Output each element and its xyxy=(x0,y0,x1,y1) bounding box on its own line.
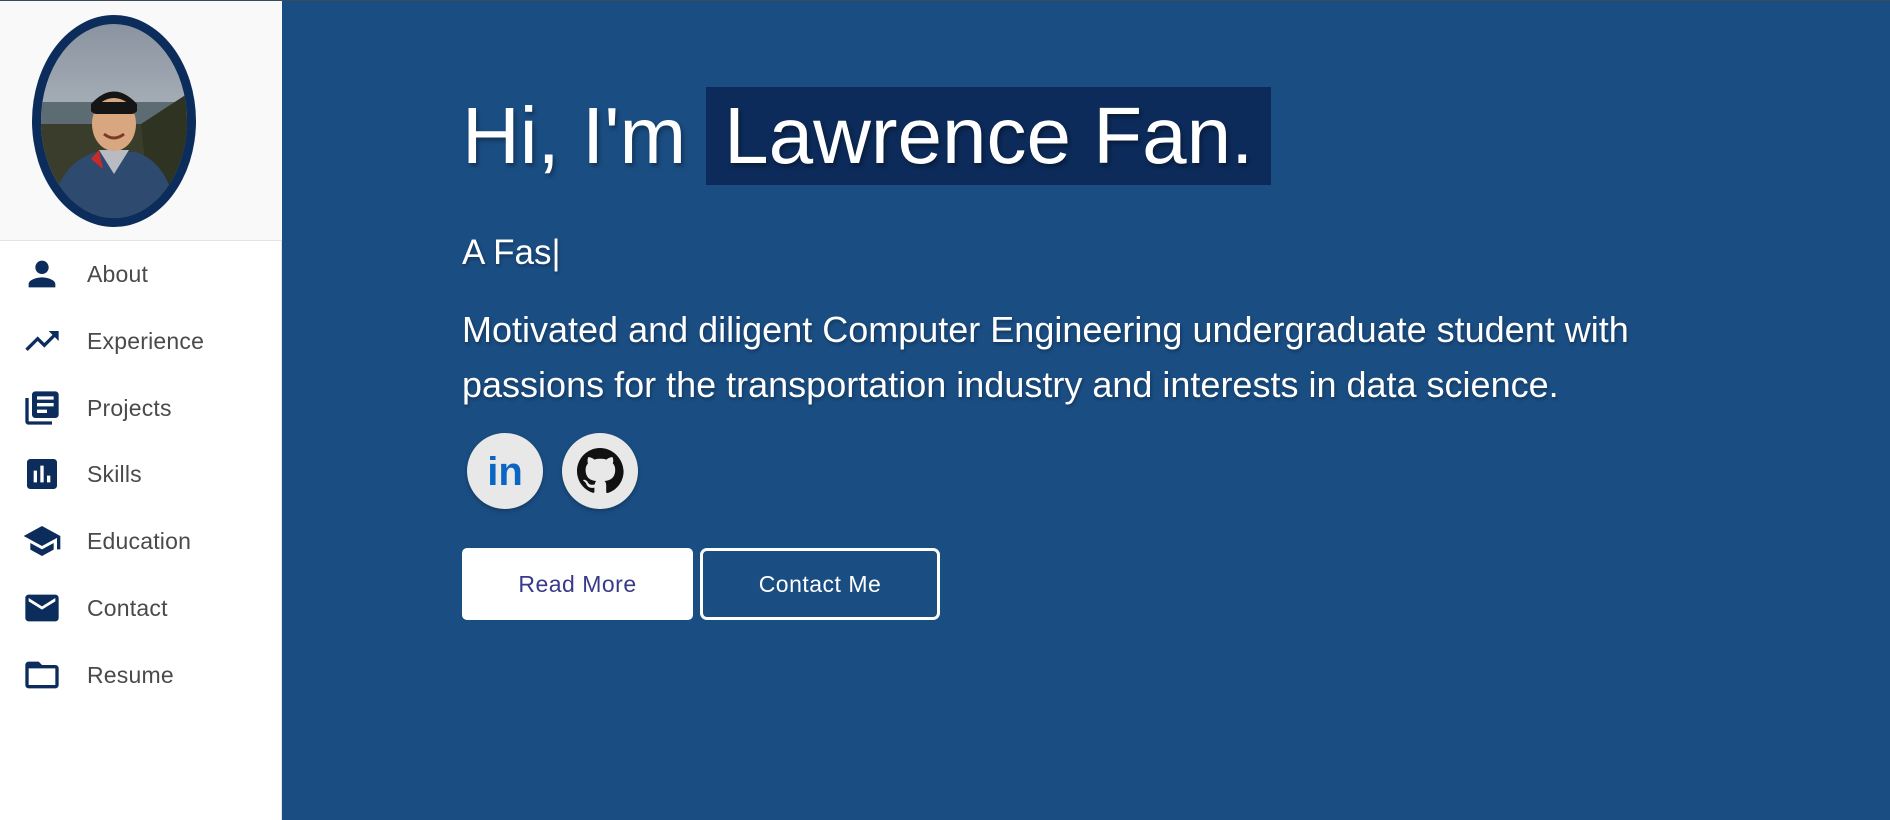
hero-name: Lawrence Fan. xyxy=(706,87,1272,185)
sidebar-item-projects[interactable]: Projects xyxy=(0,379,282,437)
read-more-button[interactable]: Read More xyxy=(462,548,693,620)
hero-headline: Hi, I'm Lawrence Fan. xyxy=(462,86,1272,186)
graduation-cap-icon xyxy=(22,521,62,561)
sidebar-item-experience[interactable]: Experience xyxy=(0,312,282,370)
sidebar-item-education[interactable]: Education xyxy=(0,512,282,570)
sidebar-item-label: Education xyxy=(87,527,192,554)
sidebar: About Experience Projects Skills Educati… xyxy=(0,0,282,820)
folder-icon xyxy=(22,655,62,695)
avatar xyxy=(32,15,196,227)
mail-icon xyxy=(22,588,62,628)
typed-subtitle: A Fas| xyxy=(462,233,561,273)
sidebar-item-label: Experience xyxy=(87,327,205,354)
github-icon xyxy=(577,448,624,494)
hero-intro: Hi, I'm xyxy=(462,91,687,180)
sidebar-item-label: Skills xyxy=(87,460,142,487)
typing-cursor: | xyxy=(551,233,561,272)
linkedin-button[interactable]: in xyxy=(467,433,543,509)
profile-photo xyxy=(41,24,187,218)
sidebar-item-skills[interactable]: Skills xyxy=(0,445,282,503)
github-button[interactable] xyxy=(562,433,638,509)
sidebar-item-label: Contact xyxy=(87,594,168,621)
sidebar-item-contact[interactable]: Contact xyxy=(0,579,282,637)
sidebar-item-label: About xyxy=(87,260,149,287)
linkedin-icon: in xyxy=(487,450,523,494)
hero-description: Motivated and diligent Computer Engineer… xyxy=(462,309,1629,405)
bar-chart-icon xyxy=(22,454,62,494)
avatar-area xyxy=(0,0,282,241)
typed-text: A Fas xyxy=(462,233,552,272)
sidebar-item-resume[interactable]: Resume xyxy=(0,646,282,704)
sidebar-item-about[interactable]: About xyxy=(0,245,282,303)
person-icon xyxy=(22,254,62,294)
library-books-icon xyxy=(22,388,62,428)
contact-me-button[interactable]: Contact Me xyxy=(700,548,940,620)
trending-up-icon xyxy=(22,321,62,361)
sidebar-item-label: Resume xyxy=(87,661,174,688)
top-border xyxy=(0,0,1890,1)
svg-text:in: in xyxy=(487,450,523,494)
sidebar-item-label: Projects xyxy=(87,394,172,421)
